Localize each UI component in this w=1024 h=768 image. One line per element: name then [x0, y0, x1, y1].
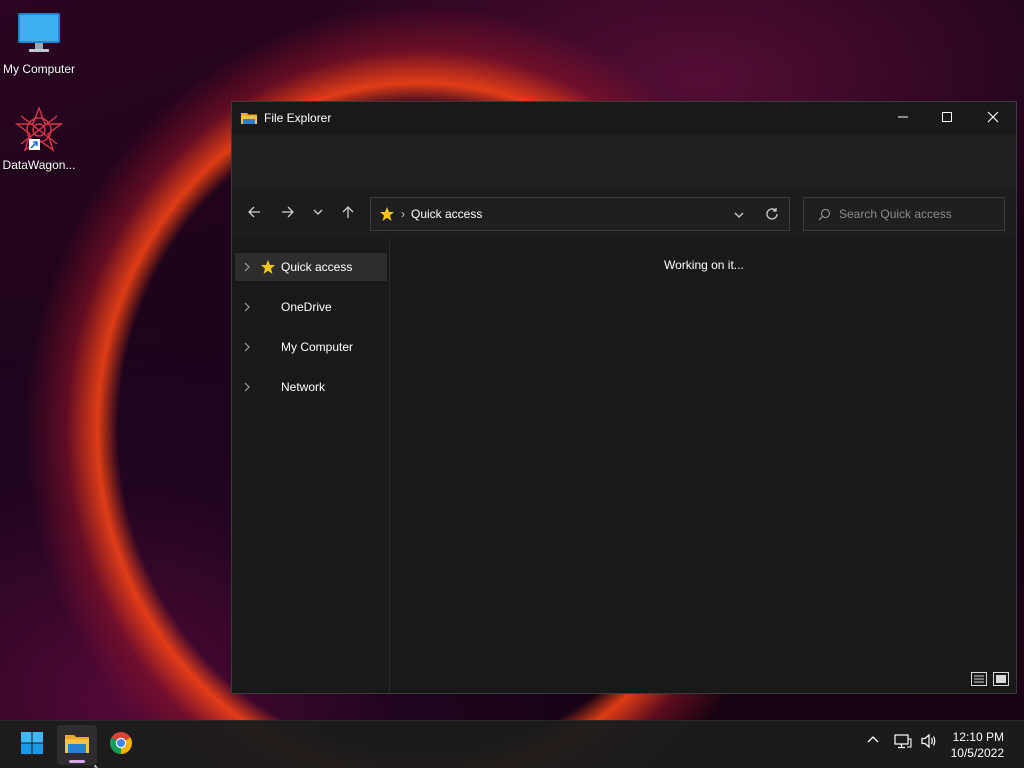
active-app-indicator: [69, 760, 85, 763]
arrow-up-icon: [341, 205, 355, 224]
windows-start-icon: [20, 731, 44, 760]
nav-item-label: Quick access: [281, 260, 353, 274]
nav-item-my-computer[interactable]: My Computer: [235, 333, 387, 361]
datawagon-app-icon: [14, 106, 64, 154]
chevron-right-icon[interactable]: [235, 302, 259, 312]
nav-item-label: OneDrive: [281, 300, 332, 314]
navigation-pane: Quick access OneDrive My Computer Networ…: [232, 238, 390, 693]
address-dropdown-button[interactable]: [733, 208, 745, 226]
nav-item-network[interactable]: Network: [235, 373, 387, 401]
maximize-icon: [941, 110, 953, 126]
chevron-right-icon[interactable]: [235, 382, 259, 392]
start-button[interactable]: [12, 725, 52, 765]
folder-icon: [240, 111, 258, 125]
nav-item-onedrive[interactable]: OneDrive: [235, 293, 387, 321]
nav-item-label: My Computer: [281, 340, 354, 354]
arrow-right-icon: [281, 205, 295, 224]
breadcrumb-quick-access[interactable]: Quick access: [411, 207, 482, 221]
thumbnail-view-icon: [993, 671, 1009, 691]
search-box[interactable]: [803, 197, 1005, 231]
close-icon: [987, 110, 999, 126]
window-title: File Explorer: [264, 111, 332, 125]
chevron-right-icon[interactable]: [235, 342, 259, 352]
preview-view-button[interactable]: [992, 671, 1010, 691]
minimize-icon: [897, 110, 909, 126]
arrow-left-icon: [247, 205, 261, 224]
list-view-icon: [971, 671, 987, 691]
clock-date: 10/5/2022: [950, 746, 1004, 760]
speaker-icon: [920, 733, 938, 754]
up-button[interactable]: [336, 202, 360, 226]
clock-time: 12:10 PM: [952, 730, 1004, 744]
file-explorer-window: File Explorer › Quick access Search Quic…: [231, 101, 1017, 694]
taskbar-clock[interactable]: 12:10 PM 10/5/2022: [951, 729, 1004, 761]
mouse-cursor-icon: [94, 760, 104, 768]
command-bar: [232, 134, 1016, 190]
star-icon: [379, 206, 395, 222]
network-icon: [894, 733, 912, 754]
nav-item-label: Network: [281, 380, 326, 394]
back-button[interactable]: [242, 202, 266, 226]
address-bar[interactable]: › Quick access: [370, 197, 790, 231]
desktop-icon-label: DataWagon...: [2, 158, 76, 172]
search-input[interactable]: [839, 207, 989, 221]
nav-item-quick-access[interactable]: Quick access: [235, 253, 387, 281]
refresh-button[interactable]: [765, 207, 779, 226]
monitor-icon: [15, 10, 63, 58]
content-pane[interactable]: Working on it...: [392, 238, 1016, 693]
desktop-icon-datawagon[interactable]: DataWagon...: [0, 106, 78, 172]
show-hidden-icons-button[interactable]: [866, 733, 880, 752]
folder-icon: [64, 732, 90, 759]
details-view-button[interactable]: [970, 671, 988, 691]
taskbar-chrome[interactable]: [101, 725, 141, 765]
close-button[interactable]: [970, 102, 1016, 134]
navigation-bar: › Quick access: [232, 190, 1016, 238]
refresh-icon: [765, 207, 779, 226]
taskbar: 12:10 PM 10/5/2022: [0, 720, 1024, 768]
search-icon: [818, 208, 831, 221]
desktop-icon-label: My Computer: [2, 62, 76, 76]
star-icon: [259, 259, 277, 275]
loading-status-text: Working on it...: [664, 258, 744, 272]
chevron-up-icon: [866, 733, 880, 752]
breadcrumb-separator-icon: ›: [401, 207, 405, 221]
forward-button[interactable]: [276, 202, 300, 226]
chevron-right-icon[interactable]: [235, 262, 259, 272]
recent-locations-button[interactable]: [306, 202, 330, 226]
chevron-down-icon: [312, 205, 324, 223]
desktop-icon-my-computer[interactable]: My Computer: [0, 10, 78, 76]
explorer-body: Quick access OneDrive My Computer Networ…: [232, 238, 1016, 693]
maximize-button[interactable]: [924, 102, 970, 134]
chrome-icon: [109, 731, 133, 760]
volume-button[interactable]: [920, 733, 938, 754]
network-status-button[interactable]: [894, 733, 912, 754]
minimize-button[interactable]: [880, 102, 926, 134]
chevron-down-icon: [733, 208, 745, 226]
taskbar-file-explorer[interactable]: [57, 725, 97, 765]
